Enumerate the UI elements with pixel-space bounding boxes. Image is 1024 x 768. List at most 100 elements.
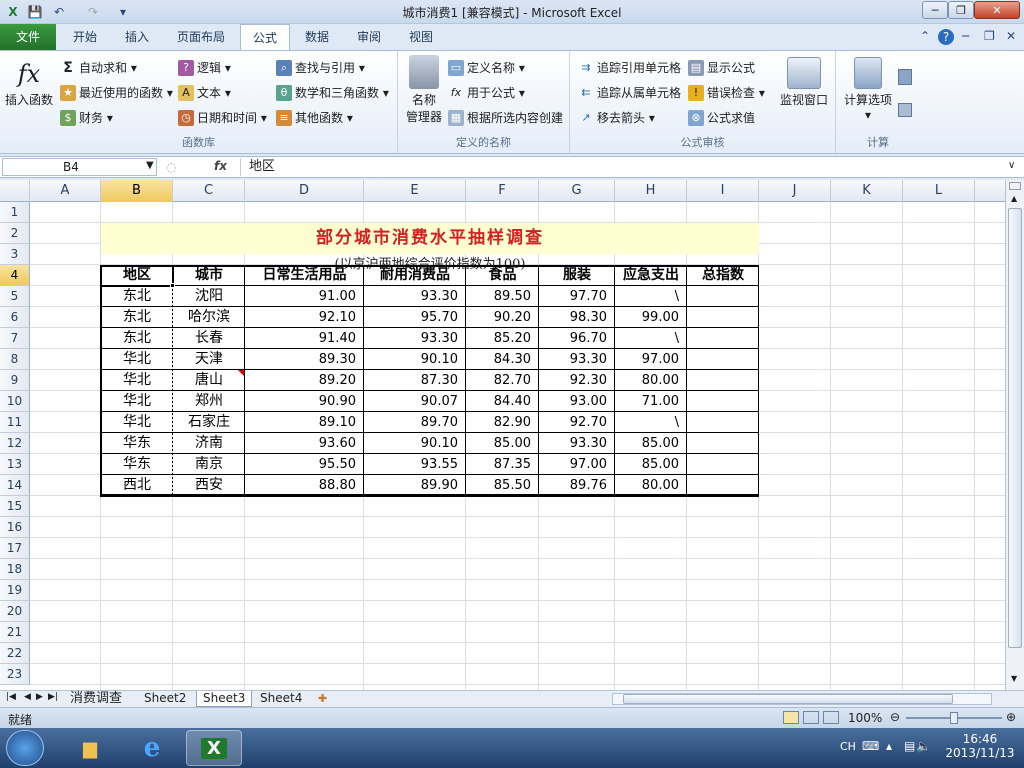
table-cell[interactable]: 华北 (101, 370, 173, 391)
table-cell[interactable] (687, 475, 759, 496)
sheet-tab-sheet3[interactable]: Sheet3 (196, 691, 253, 707)
calculate-sheet-icon[interactable] (898, 103, 912, 117)
formula-input[interactable]: 地区 (240, 158, 1005, 176)
table-cell[interactable]: 98.30 (539, 307, 615, 328)
row-header-17[interactable]: 17 (0, 538, 30, 559)
scroll-down-icon[interactable]: ▼ (1011, 674, 1017, 683)
table-cell[interactable]: 95.50 (245, 454, 364, 475)
next-sheet-icon[interactable]: ▶ (36, 692, 43, 702)
lookup-button[interactable]: ⌕ 查找与引用 ▾ (276, 59, 365, 76)
column-header-j[interactable]: J (759, 180, 831, 202)
table-cell[interactable]: 石家庄 (173, 412, 245, 433)
remove-arrows-button[interactable]: ↗ 移去箭头 ▾ (578, 109, 654, 126)
explorer-taskbar-icon[interactable]: ▆ (62, 730, 118, 766)
table-cell[interactable]: 89.76 (539, 475, 615, 496)
column-header-e[interactable]: E (364, 180, 466, 202)
table-cell[interactable] (687, 307, 759, 328)
table-cell[interactable]: 80.00 (615, 475, 687, 496)
row-header-15[interactable]: 15 (0, 496, 30, 517)
table-cell[interactable]: 东北 (101, 286, 173, 307)
table-cell[interactable]: 天津 (173, 349, 245, 370)
row-header-11[interactable]: 11 (0, 412, 30, 433)
tab-formulas[interactable]: 公式 (240, 24, 290, 51)
table-cell[interactable]: 93.60 (245, 433, 364, 454)
row-header-4[interactable]: 4 (0, 265, 30, 286)
table-cell[interactable]: 82.70 (466, 370, 539, 391)
row-header-7[interactable]: 7 (0, 328, 30, 349)
table-cell[interactable]: 沈阳 (173, 286, 245, 307)
column-header-k[interactable]: K (831, 180, 903, 202)
table-cell[interactable]: 92.70 (539, 412, 615, 433)
use-in-formula-button[interactable]: fx 用于公式 ▾ (448, 84, 525, 101)
table-header-cell[interactable]: 城市 (173, 265, 245, 286)
zoom-level[interactable]: 100% (848, 711, 882, 725)
table-header-cell[interactable]: 日常生活用品 (245, 265, 364, 286)
table-cell[interactable] (687, 286, 759, 307)
network-icon[interactable]: ▤ (904, 739, 915, 753)
table-cell[interactable]: 东北 (101, 328, 173, 349)
column-header-a[interactable]: A (30, 180, 101, 202)
create-from-selection-button[interactable]: ▦ 根据所选内容创建 (448, 109, 563, 126)
tab-file[interactable]: 文件 (0, 24, 56, 50)
table-cell[interactable]: 华东 (101, 454, 173, 475)
datetime-button[interactable]: ◷ 日期和时间 ▾ (178, 109, 267, 126)
ie-taskbar-icon[interactable]: e (124, 730, 180, 766)
name-manager-button[interactable]: 名称 管理器 (402, 55, 446, 125)
workbook-minimize-icon[interactable]: ─ (962, 29, 969, 43)
table-cell[interactable]: 80.00 (615, 370, 687, 391)
table-cell[interactable]: 91.00 (245, 286, 364, 307)
financial-button[interactable]: $ 财务 ▾ (60, 109, 113, 126)
table-cell[interactable]: 95.70 (364, 307, 466, 328)
normal-view-icon[interactable] (783, 711, 799, 724)
table-cell[interactable]: 93.00 (539, 391, 615, 412)
math-button[interactable]: θ 数学和三角函数 ▾ (276, 84, 389, 101)
table-cell[interactable]: 西安 (173, 475, 245, 496)
sheet-tab-sheet4[interactable]: Sheet4 (254, 691, 308, 707)
table-cell[interactable]: 84.40 (466, 391, 539, 412)
row-header-12[interactable]: 12 (0, 433, 30, 454)
recent-functions-button[interactable]: ★ 最近使用的函数 ▾ (60, 84, 173, 101)
minimize-ribbon-icon[interactable]: ⌃ (920, 29, 930, 43)
table-cell[interactable]: 90.20 (466, 307, 539, 328)
select-all-corner[interactable] (0, 180, 30, 202)
horizontal-scrollbar[interactable] (612, 693, 992, 705)
show-formulas-button[interactable]: ▤ 显示公式 (688, 59, 755, 76)
table-cell[interactable]: 西北 (101, 475, 173, 496)
table-cell[interactable]: 85.00 (466, 433, 539, 454)
table-header-cell[interactable]: 耐用消费品 (364, 265, 466, 286)
table-cell[interactable]: 东北 (101, 307, 173, 328)
table-cell[interactable]: 97.00 (539, 454, 615, 475)
table-cell[interactable]: 85.50 (466, 475, 539, 496)
table-cell[interactable]: 87.35 (466, 454, 539, 475)
zoom-out-icon[interactable]: ⊖ (890, 710, 900, 724)
table-cell[interactable]: 华北 (101, 349, 173, 370)
close-button[interactable]: ✕ (974, 1, 1020, 19)
calculate-now-icon[interactable] (898, 69, 912, 85)
clock[interactable]: 16:46 2013/11/13 (940, 732, 1020, 760)
table-header-cell[interactable]: 应急支出 (615, 265, 687, 286)
error-checking-button[interactable]: ! 错误检查 ▾ (688, 84, 765, 101)
table-cell[interactable] (687, 412, 759, 433)
row-header-3[interactable]: 3 (0, 244, 30, 265)
fill-handle[interactable] (170, 283, 175, 288)
calculation-options-button[interactable]: 计算选项 ▾ (840, 57, 896, 122)
column-header-d[interactable]: D (245, 180, 364, 202)
row-header-19[interactable]: 19 (0, 580, 30, 601)
row-header-22[interactable]: 22 (0, 643, 30, 664)
table-cell[interactable] (687, 370, 759, 391)
table-cell[interactable]: 90.10 (364, 433, 466, 454)
table-cell[interactable]: 89.70 (364, 412, 466, 433)
row-header-10[interactable]: 10 (0, 391, 30, 412)
page-break-view-icon[interactable] (823, 711, 839, 724)
table-cell[interactable]: 89.50 (466, 286, 539, 307)
keyboard-icon[interactable]: ⌨ (862, 739, 879, 753)
tab-data[interactable]: 数据 (294, 24, 340, 50)
insert-function-fx-icon[interactable]: fx (214, 159, 227, 173)
row-header-16[interactable]: 16 (0, 517, 30, 538)
zoom-slider-thumb[interactable] (950, 712, 958, 724)
define-name-button[interactable]: ▭ 定义名称 ▾ (448, 59, 525, 76)
table-cell[interactable]: 90.10 (364, 349, 466, 370)
row-header-21[interactable]: 21 (0, 622, 30, 643)
zoom-in-icon[interactable]: ⊕ (1006, 710, 1016, 724)
table-cell[interactable]: 97.70 (539, 286, 615, 307)
